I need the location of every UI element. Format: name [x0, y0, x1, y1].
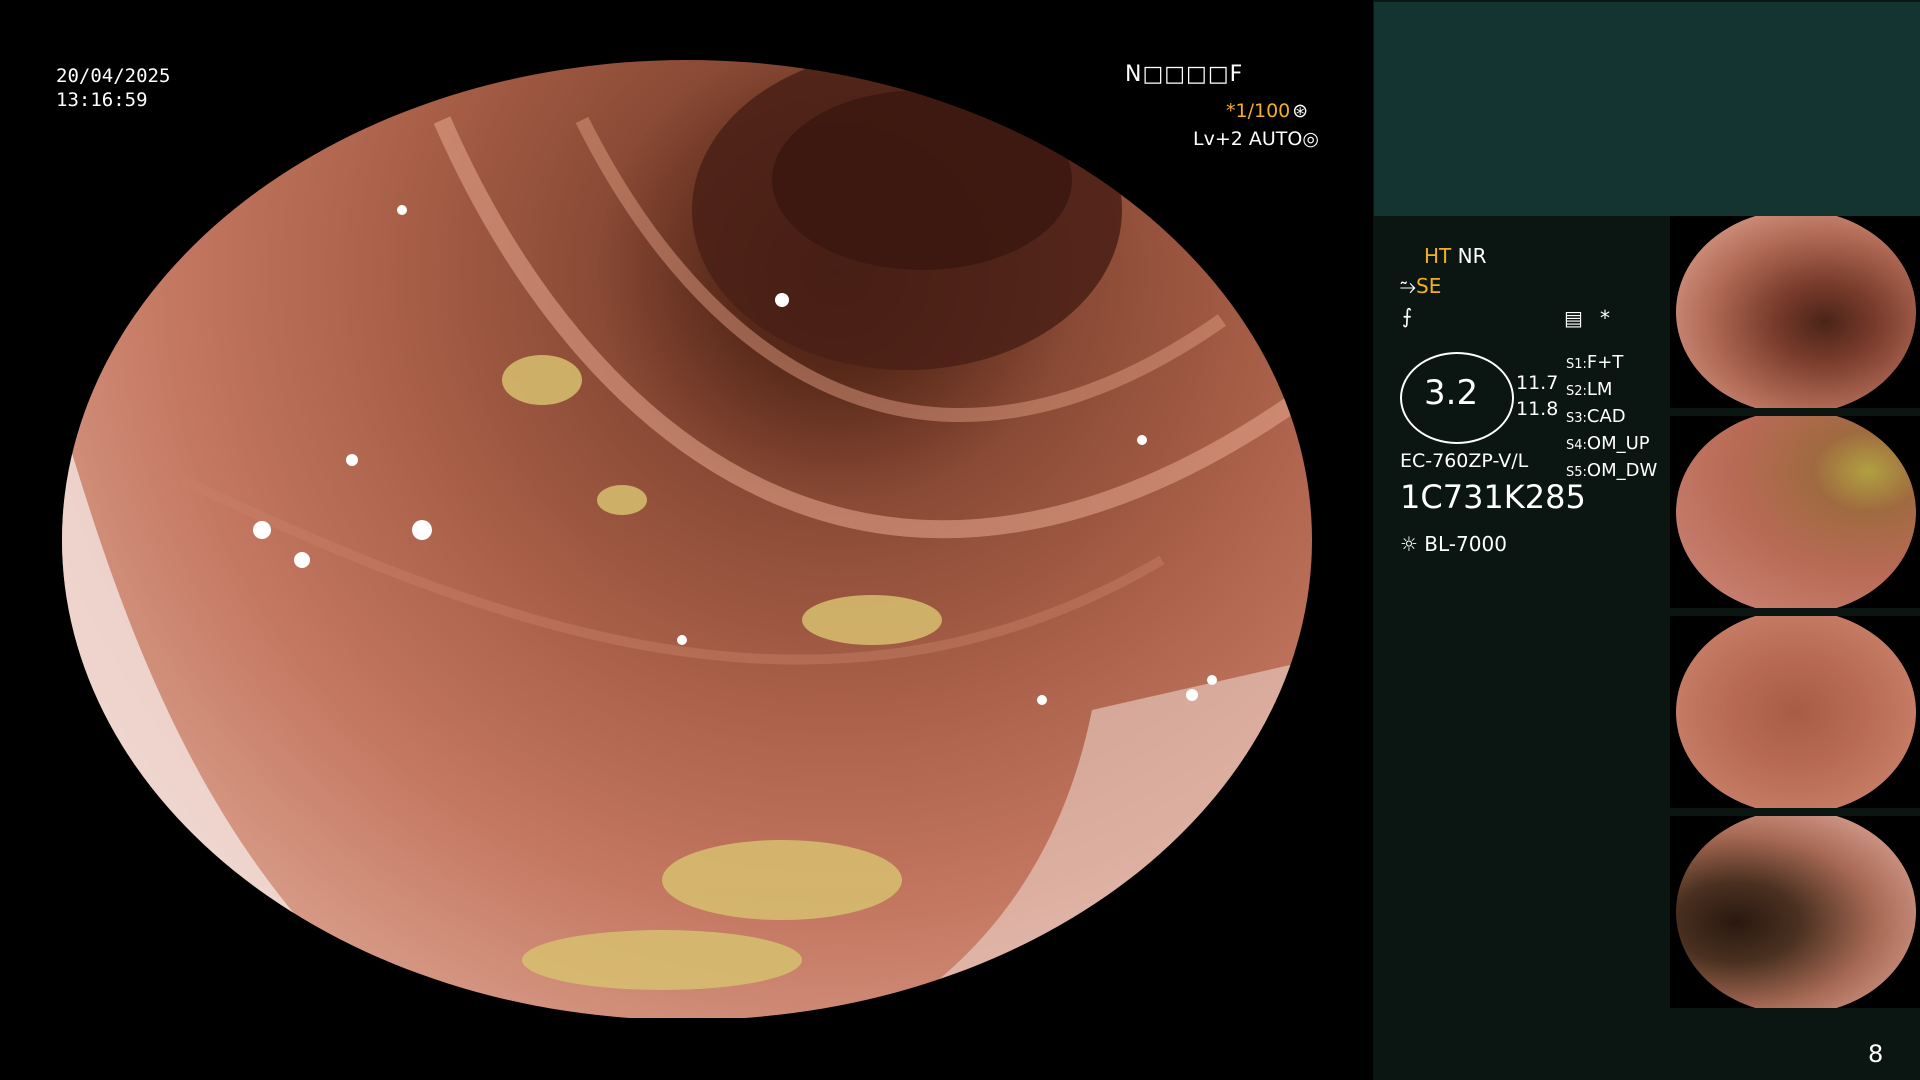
date-text: 20/04/2025: [56, 65, 171, 87]
level-indicator: Lv+2 AUTO◎: [1193, 128, 1319, 150]
datetime-overlay: 20/04/2025 13:16:59: [56, 64, 170, 112]
scope-model: EC-760ZP-V/L: [1400, 450, 1529, 472]
thumbnail-image: [1676, 416, 1916, 608]
thumbnail-image: [1676, 216, 1916, 408]
image-setting-icon: ▤: [1564, 306, 1583, 330]
thumbnail-image: [1676, 816, 1916, 1008]
se-label: SE: [1416, 274, 1442, 298]
light-source: ☼ BL-7000: [1400, 532, 1507, 556]
ht-nr-line: HT NR: [1424, 244, 1486, 268]
shutter-icon: ⊛: [1292, 100, 1309, 122]
se-icon: ⥲: [1400, 274, 1416, 298]
setting-row: S1:F+T: [1566, 352, 1624, 373]
thumbnail-image: [1676, 616, 1916, 808]
setting-row: S2:LM: [1566, 379, 1613, 400]
scope-serial: 1C731K285: [1400, 478, 1586, 516]
time-text: 13:16:59: [56, 89, 148, 111]
mode-text: AUTO: [1248, 128, 1303, 150]
info-panel-header: [1374, 2, 1920, 216]
patient-id: N□□□□F: [1125, 62, 1244, 87]
setting-row: S3:CAD: [1566, 406, 1626, 427]
bottom-mask: [0, 1018, 1373, 1080]
thumbnail-4[interactable]: [1670, 816, 1920, 1008]
ht-label: HT: [1424, 244, 1452, 268]
nr-label: NR: [1457, 244, 1487, 268]
setting-row: S4:OM_UP: [1566, 433, 1650, 454]
se-line: ⥲SE: [1400, 274, 1441, 298]
ratio-indicator: *1/100 ⊛: [1226, 100, 1308, 122]
light-model: BL-7000: [1424, 532, 1507, 556]
iris-icon: ◎: [1302, 128, 1319, 150]
thumbnail-1[interactable]: [1670, 216, 1920, 408]
value-a: 11.7: [1516, 372, 1559, 394]
value-b: 11.8: [1516, 398, 1559, 420]
ratio-text: *1/100: [1226, 100, 1291, 122]
thumbnail-3[interactable]: [1670, 616, 1920, 808]
scope-value: 3.2: [1424, 373, 1479, 413]
top-mask: [0, 0, 1373, 60]
endoscopic-image: [62, 60, 1312, 1020]
star-marker: *: [1600, 306, 1610, 330]
light-icon: ☼: [1400, 532, 1418, 556]
thumbnail-2[interactable]: [1670, 416, 1920, 608]
filter-icon: ⨍: [1402, 304, 1413, 328]
page-number: 8: [1868, 1040, 1884, 1068]
settings-list: S1:F+T S2:LM S3:CAD S4:OM_UP S5:OM_DW: [1566, 350, 1657, 485]
level-text: Lv+2: [1193, 128, 1243, 150]
